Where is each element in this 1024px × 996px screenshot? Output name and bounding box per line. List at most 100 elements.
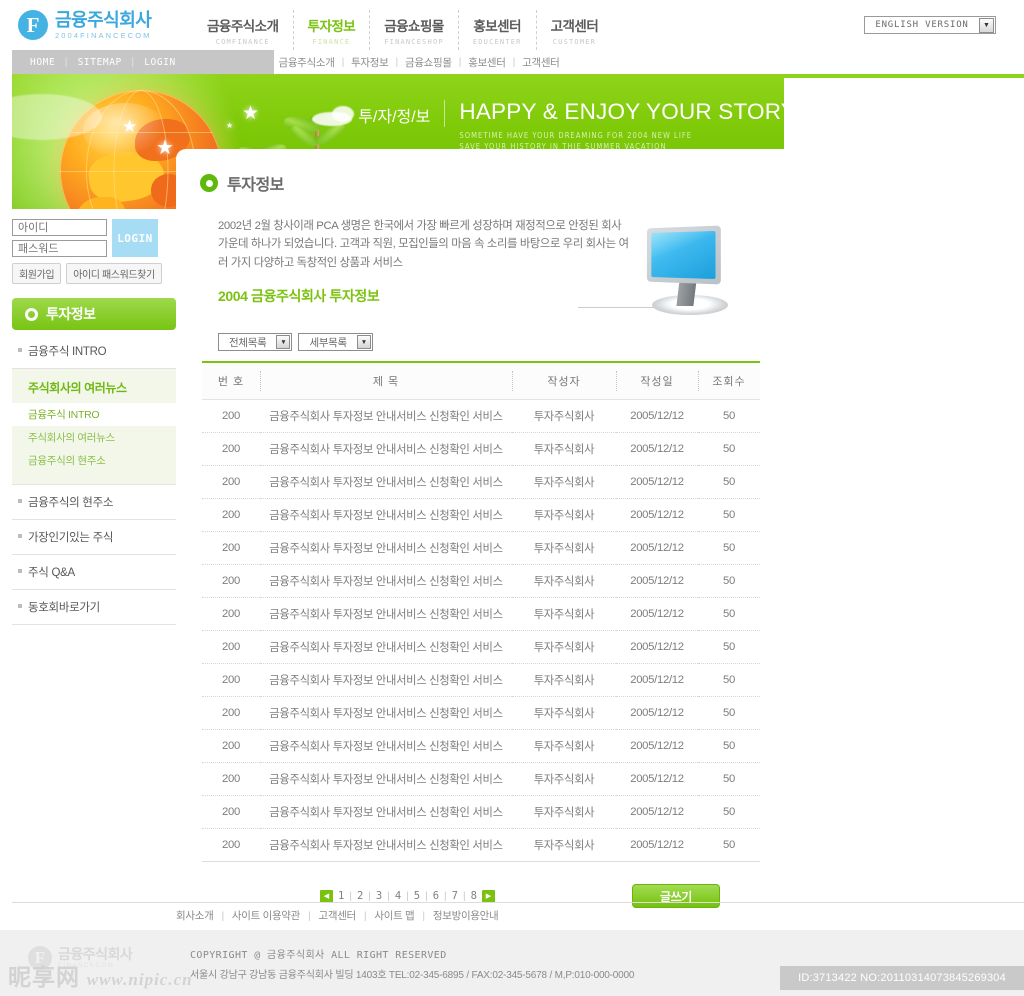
site-logo[interactable]: F 금융주식회사 2004FINANCECOM xyxy=(18,10,193,40)
table-cell-no: 200 xyxy=(202,597,260,631)
footer-link-about[interactable]: 회사소개 xyxy=(176,908,214,923)
monitor-cable xyxy=(578,307,654,308)
util-link-home[interactable]: HOME xyxy=(30,57,55,68)
pagination-prev-icon[interactable]: ◀ xyxy=(320,889,333,903)
table-cell-title[interactable]: 금융주식회사 투자정보 안내서비스 신청확인 서비스 xyxy=(260,762,512,796)
table-row[interactable]: 200 금융주식회사 투자정보 안내서비스 신청확인 서비스 투자주식회사 2005/… xyxy=(202,795,760,829)
filter-select-detail[interactable]: 세부목록 ▼ xyxy=(298,333,373,351)
util-right-link-finance[interactable]: 투자정보 xyxy=(351,55,389,70)
sidebar-item-popular-stocks[interactable]: 가장인기있는 주식 xyxy=(12,520,176,555)
table-row[interactable]: 200 금융주식회사 투자정보 안내서비스 신청확인 서비스 투자주식회사 2005/… xyxy=(202,465,760,499)
util-right-link-customer[interactable]: 고객센터 xyxy=(522,55,560,70)
nav-label-ko: 금융주식소개 xyxy=(207,18,279,34)
sidebar-item-intro[interactable]: 금융주식 INTRO xyxy=(12,334,176,369)
table-cell-hits: 50 xyxy=(698,795,760,829)
table-cell-title[interactable]: 금융주식회사 투자정보 안내서비스 신청확인 서비스 xyxy=(260,432,512,466)
table-row[interactable]: 200 금융주식회사 투자정보 안내서비스 신청확인 서비스 투자주식회사 2005/… xyxy=(202,696,760,730)
table-cell-title[interactable]: 금융주식회사 투자정보 안내서비스 신청확인 서비스 xyxy=(260,663,512,697)
pagination-page-2[interactable]: 2 xyxy=(357,890,363,902)
table-cell-title[interactable]: 금융주식회사 투자정보 안내서비스 신청확인 서비스 xyxy=(260,399,512,433)
table-cell-title[interactable]: 금융주식회사 투자정보 안내서비스 신청확인 서비스 xyxy=(260,828,512,862)
table-cell-title[interactable]: 금융주식회사 투자정보 안내서비스 신청확인 서비스 xyxy=(260,597,512,631)
logo-f-icon: F xyxy=(18,10,48,40)
util-right-link-intro[interactable]: 금융주식소개 xyxy=(278,55,334,70)
footer-link-terms[interactable]: 사이트 이용약관 xyxy=(232,908,300,923)
sidebar-item-news[interactable]: 주식회사의 여러뉴스 xyxy=(12,379,176,396)
table-cell-title[interactable]: 금융주식회사 투자정보 안내서비스 신청확인 서비스 xyxy=(260,696,512,730)
pagination-page-4[interactable]: 4 xyxy=(395,890,401,902)
footer-link-infoguide[interactable]: 정보방이용안내 xyxy=(433,908,499,923)
star-icon: ★ xyxy=(122,117,138,136)
find-id-password-link[interactable]: 아이디 패스워드찾기 xyxy=(66,263,162,284)
nav-label-en: FINANCE xyxy=(312,37,351,46)
table-cell-title[interactable]: 금융주식회사 투자정보 안내서비스 신청확인 서비스 xyxy=(260,795,512,829)
pagination-page-8[interactable]: 8 xyxy=(471,890,477,902)
table-cell-date: 2005/12/12 xyxy=(616,498,698,532)
id-bar: ID:3713422 NO:20110314073845269304 xyxy=(780,966,1024,990)
table-row[interactable]: 200 금융주식회사 투자정보 안내서비스 신청확인 서비스 투자주식회사 2005/… xyxy=(202,663,760,697)
pagination-page-5[interactable]: 5 xyxy=(414,890,420,902)
language-select[interactable]: ENGLISH VERSION ▼ xyxy=(864,16,996,34)
table-cell-date: 2005/12/12 xyxy=(616,432,698,466)
pagination-page-7[interactable]: 7 xyxy=(452,890,458,902)
table-row[interactable]: 200 금융주식회사 투자정보 안내서비스 신청확인 서비스 투자주식회사 2005/… xyxy=(202,630,760,664)
pagination-next-icon[interactable]: ▶ xyxy=(481,889,495,903)
sidebar-item-club[interactable]: 동호회바로가기 xyxy=(12,590,176,625)
nav-item-finance[interactable]: 투자정보 FINANCE xyxy=(292,10,370,54)
banner-right-mask xyxy=(784,78,1024,238)
table-row[interactable]: 200 금융주식회사 투자정보 안내서비스 신청확인 서비스 투자주식회사 2005/… xyxy=(202,597,760,631)
table-row[interactable]: 200 금융주식회사 투자정보 안내서비스 신청확인 서비스 투자주식회사 2005/… xyxy=(202,432,760,466)
util-right-link-shop[interactable]: 금융쇼핑몰 xyxy=(405,55,452,70)
table-cell-title[interactable]: 금융주식회사 투자정보 안내서비스 신청확인 서비스 xyxy=(260,564,512,598)
util-link-login[interactable]: LOGIN xyxy=(144,57,176,68)
chevron-down-icon: ▼ xyxy=(979,17,994,33)
util-link-sitemap[interactable]: SITEMAP xyxy=(78,57,122,68)
table-cell-title[interactable]: 금융주식회사 투자정보 안내서비스 신청확인 서비스 xyxy=(260,630,512,664)
footer-link-sitemap[interactable]: 사이트 맵 xyxy=(374,908,414,923)
sidebar-item-location[interactable]: 금융주식의 현주소 xyxy=(12,485,176,520)
table-cell-title[interactable]: 금융주식회사 투자정보 안내서비스 신청확인 서비스 xyxy=(260,498,512,532)
table-cell-title[interactable]: 금융주식회사 투자정보 안내서비스 신청확인 서비스 xyxy=(260,729,512,763)
login-links: 회원가입 아이디 패스워드찾기 xyxy=(12,263,176,284)
login-password-input[interactable] xyxy=(12,240,107,257)
table-row[interactable]: 200 금융주식회사 투자정보 안내서비스 신청확인 서비스 투자주식회사 2005/… xyxy=(202,531,760,565)
table-cell-writer: 투자주식회사 xyxy=(512,399,616,433)
write-post-button[interactable]: 글쓰기 xyxy=(632,884,720,908)
sidebar-subitem-news[interactable]: 주식회사의 여러뉴스 xyxy=(12,426,176,449)
nav-item-educenter[interactable]: 홍보센터 EDUCENTER xyxy=(457,10,536,50)
footer-link-customer[interactable]: 고객센터 xyxy=(318,908,356,923)
table-row[interactable]: 200 금융주식회사 투자정보 안내서비스 신청확인 서비스 투자주식회사 2005/… xyxy=(202,564,760,598)
star-icon: ★ xyxy=(156,137,174,159)
pagination-page-3[interactable]: 3 xyxy=(376,890,382,902)
table-row[interactable]: 200 금융주식회사 투자정보 안내서비스 신청확인 서비스 투자주식회사 2005/… xyxy=(202,729,760,763)
table-cell-writer: 투자주식회사 xyxy=(512,531,616,565)
filter-select-all[interactable]: 전체목록 ▼ xyxy=(218,333,293,351)
table-cell-no: 200 xyxy=(202,729,260,763)
signup-link[interactable]: 회원가입 xyxy=(12,263,62,284)
table-row[interactable]: 200 금융주식회사 투자정보 안내서비스 신청확인 서비스 투자주식회사 2005/… xyxy=(202,828,760,862)
login-button[interactable]: LOGIN xyxy=(112,219,158,257)
table-row[interactable]: 200 금융주식회사 투자정보 안내서비스 신청확인 서비스 투자주식회사 2005/… xyxy=(202,762,760,796)
table-cell-no: 200 xyxy=(202,828,260,862)
sidebar-item-qna[interactable]: 주식 Q&A xyxy=(12,555,176,590)
content-panel: 투자정보 2002년 2월 창사이래 PCA 생명은 한국에서 가장 빠르게 성… xyxy=(176,149,784,928)
nav-item-shop[interactable]: 금융쇼핑몰 FINANCESHOP xyxy=(369,10,458,50)
pagination-page-1[interactable]: 1 xyxy=(338,890,344,902)
table-row[interactable]: 200 금융주식회사 투자정보 안내서비스 신청확인 서비스 투자주식회사 2005/… xyxy=(202,399,760,433)
table-cell-title[interactable]: 금융주식회사 투자정보 안내서비스 신청확인 서비스 xyxy=(260,465,512,499)
sidebar-subitem-intro[interactable]: 금융주식 INTRO xyxy=(12,403,176,426)
watermark-text: 昵享网 xyxy=(8,965,80,990)
util-right-link-educenter[interactable]: 홍보센터 xyxy=(468,55,506,70)
separator: | xyxy=(129,56,137,68)
footer-divider xyxy=(12,902,1024,903)
pager-row: ◀ 1 | 2 | 3 | 4 | 5 | 6 | 7 | 8 ▶ 글쓰기 xyxy=(200,884,760,908)
footer-copyright-block: COPYRIGHT @ 금융주식회사 ALL RIGHT RESERVED 서울… xyxy=(190,946,634,981)
pagination-page-6[interactable]: 6 xyxy=(433,890,439,902)
nav-item-customer[interactable]: 고객센터 CUSTOMER xyxy=(535,10,613,50)
sidebar-subitem-location[interactable]: 금융주식의 현주소 xyxy=(12,449,176,472)
separator: | xyxy=(422,909,425,922)
login-id-input[interactable] xyxy=(12,219,107,236)
table-row[interactable]: 200 금융주식회사 투자정보 안내서비스 신청확인 서비스 투자주식회사 2005/… xyxy=(202,498,760,532)
table-cell-title[interactable]: 금융주식회사 투자정보 안내서비스 신청확인 서비스 xyxy=(260,531,512,565)
nav-item-intro[interactable]: 금융주식소개 COMFINANCE xyxy=(193,10,293,50)
